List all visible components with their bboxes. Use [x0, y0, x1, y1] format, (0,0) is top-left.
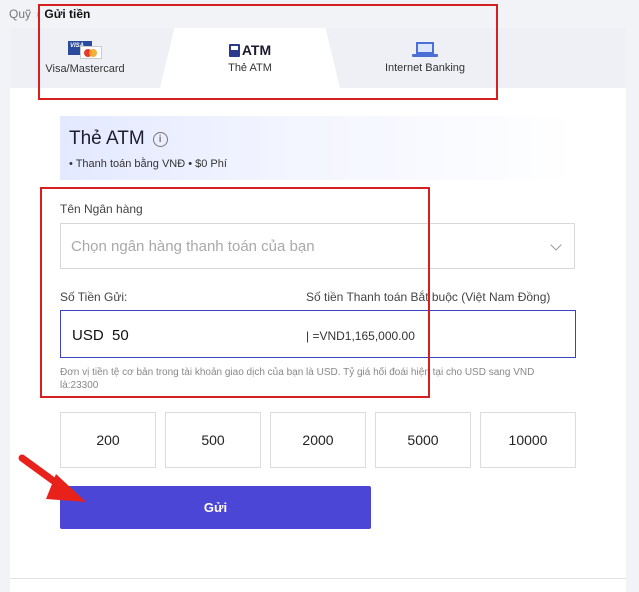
tab-visa-mastercard[interactable]: VISA Visa/Mastercard: [10, 28, 160, 88]
method-title: Thẻ ATM i: [69, 128, 168, 150]
tab-atm-label: Thẻ ATM: [228, 62, 272, 74]
bank-name-label: Tên Ngân hàng: [60, 202, 143, 216]
bank-select[interactable]: Chọn ngân hàng thanh toán của bạn: [60, 223, 575, 269]
breadcrumb: Quỹ › Gửi tiền: [9, 7, 90, 21]
amount-label: Số Tiền Gửi:: [60, 290, 128, 304]
tab-atm[interactable]: ATM Thẻ ATM: [160, 28, 340, 88]
tab-internet-banking-label: Internet Banking: [384, 62, 466, 74]
amount-input[interactable]: USD 50 | =VND1,165,000.00: [60, 310, 576, 358]
info-icon[interactable]: i: [152, 131, 168, 147]
preset-amount-button[interactable]: 5000: [375, 412, 471, 468]
laptop-bank-icon: [412, 42, 438, 58]
breadcrumb-current: Gửi tiền: [44, 7, 91, 21]
tab-internet-banking[interactable]: Internet Banking: [340, 28, 510, 88]
method-note: • Thanh toán bằng VNĐ • $0 Phí: [69, 158, 227, 170]
tab-visa-label: Visa/Mastercard: [45, 63, 125, 75]
breadcrumb-separator: ›: [36, 8, 40, 20]
bank-select-placeholder: Chọn ngân hàng thanh toán của bạn: [71, 237, 315, 255]
atm-card-icon: [228, 43, 240, 57]
chevron-down-icon: [550, 239, 562, 251]
converted-amount: | =VND1,165,000.00: [306, 329, 415, 343]
preset-amount-button[interactable]: 500: [165, 412, 261, 468]
visa-mastercard-icon: VISA: [68, 41, 102, 59]
amount-value[interactable]: 50: [112, 327, 129, 344]
preset-amount-button[interactable]: 10000: [480, 412, 576, 468]
atm-title: ATM: [228, 42, 271, 58]
footer-divider: [10, 578, 626, 579]
currency-code: USD: [72, 327, 104, 344]
exchange-rate-note: Đơn vị tiền tệ cơ bản trong tài khoản gi…: [60, 367, 535, 391]
annotation-arrow-icon: [18, 454, 86, 502]
preset-amount-button[interactable]: 2000: [270, 412, 366, 468]
required-amount-label: Số tiền Thanh toán Bắt buộc (Việt Nam Đồ…: [306, 290, 551, 304]
breadcrumb-parent[interactable]: Quỹ: [9, 7, 31, 21]
submit-button[interactable]: Gửi: [60, 486, 371, 529]
